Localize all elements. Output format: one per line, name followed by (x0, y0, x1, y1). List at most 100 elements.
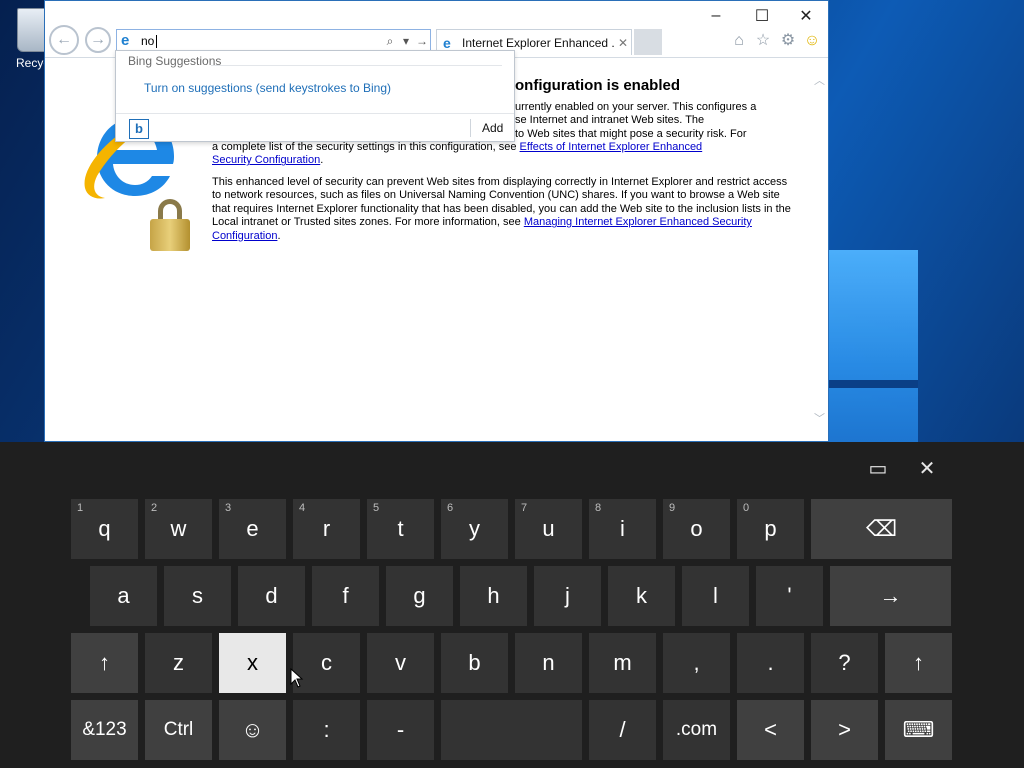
new-tab-button[interactable] (634, 29, 662, 55)
key-g[interactable]: g (386, 566, 453, 626)
key-number-hint: 5 (373, 502, 380, 514)
key-l[interactable]: l (682, 566, 749, 626)
key-d[interactable]: d (238, 566, 305, 626)
key-label: t (397, 516, 404, 541)
key-label: ☺ (241, 717, 264, 742)
dock-keyboard-icon[interactable]: ▭ (864, 456, 892, 480)
key-x[interactable]: x (219, 633, 286, 693)
key-label: g (413, 583, 426, 608)
key-slash[interactable]: / (589, 700, 656, 760)
key-label: x (247, 650, 258, 675)
key-label: h (487, 583, 500, 608)
key-label: w (170, 516, 187, 541)
close-button[interactable]: ✕ (783, 3, 829, 29)
suggestions-dropdown: Bing Suggestions Turn on suggestions (se… (115, 50, 515, 142)
key-label: > (838, 717, 851, 742)
enter-key[interactable]: → (830, 566, 951, 626)
suggestions-separator (211, 65, 502, 66)
key-o[interactable]: 9o (663, 499, 730, 559)
key-h[interactable]: h (460, 566, 527, 626)
key-j[interactable]: j (534, 566, 601, 626)
add-search-provider-button[interactable]: Add (482, 121, 503, 135)
key-label: z (173, 650, 184, 675)
maximize-button[interactable]: ☐ (739, 3, 785, 29)
key-k[interactable]: k (608, 566, 675, 626)
dotcom-key[interactable]: .com (663, 700, 730, 760)
backspace-key[interactable]: ⌫ (811, 499, 952, 559)
vertical-scrollbar[interactable]: ︿ ﹀ (811, 58, 828, 441)
gear-icon[interactable]: ⚙ (778, 31, 798, 51)
key-dash[interactable]: - (367, 700, 434, 760)
key-period[interactable]: . (737, 633, 804, 693)
key-label: . (767, 650, 774, 675)
smiley-feedback-icon[interactable]: ☺ (802, 31, 822, 51)
key-p[interactable]: 0p (737, 499, 804, 559)
ctrl-key[interactable]: Ctrl (145, 700, 212, 760)
effects-link-cont[interactable]: Security Configuration (212, 154, 320, 166)
home-icon[interactable]: ⌂ (729, 31, 749, 51)
search-icon[interactable]: ⌕ (382, 34, 398, 49)
suggestions-header: Bing Suggestions (128, 54, 222, 68)
minimize-button[interactable]: – (693, 3, 739, 29)
key-a[interactable]: a (90, 566, 157, 626)
key-colon[interactable]: : (293, 700, 360, 760)
bing-icon[interactable]: b (129, 119, 149, 139)
security-paragraph: This enhanced level of security can prev… (212, 176, 791, 242)
key-v[interactable]: v (367, 633, 434, 693)
effects-link[interactable]: Effects of Internet Explorer Enhanced (520, 141, 703, 153)
forward-arrow-icon: → (90, 31, 106, 48)
touch-keyboard: ▭ ✕ 1 q 2 w 3 e 4 r 5 t 6 y 7 u 8 i 9 o 0 p ⌫ a s d f g h j k l ' → ↑ z x c… (0, 442, 1024, 768)
key-u[interactable]: 7u (515, 499, 582, 559)
key-label: &123 (82, 719, 127, 740)
key-t[interactable]: 5t (367, 499, 434, 559)
back-button[interactable]: ← (49, 25, 79, 55)
key-label: m (613, 650, 632, 675)
space-key[interactable] (441, 700, 582, 760)
chevron-down-icon[interactable]: ▾ (398, 34, 414, 48)
key-label: o (690, 516, 703, 541)
key-label: q (98, 516, 111, 541)
right-arrow-key[interactable]: > (811, 700, 878, 760)
key-m[interactable]: m (589, 633, 656, 693)
address-input[interactable]: no (141, 34, 382, 49)
symbols-key[interactable]: &123 (71, 700, 138, 760)
tab-close-icon[interactable]: ✕ (615, 36, 631, 50)
scroll-up-icon[interactable]: ︿ (814, 72, 825, 88)
favorites-star-icon[interactable]: ☆ (753, 31, 773, 51)
key-b[interactable]: b (441, 633, 508, 693)
key-number-hint: 1 (77, 502, 84, 514)
key-number-hint: 4 (299, 502, 306, 514)
key-q[interactable]: 1q (71, 499, 138, 559)
scroll-down-icon[interactable]: ﹀ (814, 410, 825, 426)
key-label: ' (787, 583, 792, 608)
key-label: < (764, 717, 777, 742)
turn-on-suggestions-link[interactable]: Turn on suggestions (send keystrokes to … (144, 81, 391, 95)
shift-right-key[interactable]: ↑ (885, 633, 952, 693)
key-r[interactable]: 4r (293, 499, 360, 559)
key-question[interactable]: ? (811, 633, 878, 693)
emoji-key[interactable]: ☺ (219, 700, 286, 760)
key-label: k (636, 583, 647, 608)
key-s[interactable]: s (164, 566, 231, 626)
key-number-hint: 7 (521, 502, 528, 514)
key-apostrophe[interactable]: ' (756, 566, 823, 626)
keyboard-switch-key[interactable]: ⌨ (885, 700, 952, 760)
go-arrow-icon[interactable]: → (414, 34, 430, 48)
key-label: a (117, 583, 130, 608)
footer-separator (470, 119, 471, 137)
padlock-icon (150, 199, 190, 251)
key-comma[interactable]: , (663, 633, 730, 693)
intro-line-1: urrently enabled on your server. This co… (515, 101, 757, 113)
key-i[interactable]: 8i (589, 499, 656, 559)
forward-button[interactable]: → (85, 27, 111, 53)
key-w[interactable]: 2w (145, 499, 212, 559)
shift-left-key[interactable]: ↑ (71, 633, 138, 693)
key-f[interactable]: f (312, 566, 379, 626)
key-e[interactable]: 3e (219, 499, 286, 559)
key-label: p (764, 516, 777, 541)
key-z[interactable]: z (145, 633, 212, 693)
close-keyboard-icon[interactable]: ✕ (913, 456, 941, 480)
key-n[interactable]: n (515, 633, 582, 693)
key-y[interactable]: 6y (441, 499, 508, 559)
left-arrow-key[interactable]: < (737, 700, 804, 760)
